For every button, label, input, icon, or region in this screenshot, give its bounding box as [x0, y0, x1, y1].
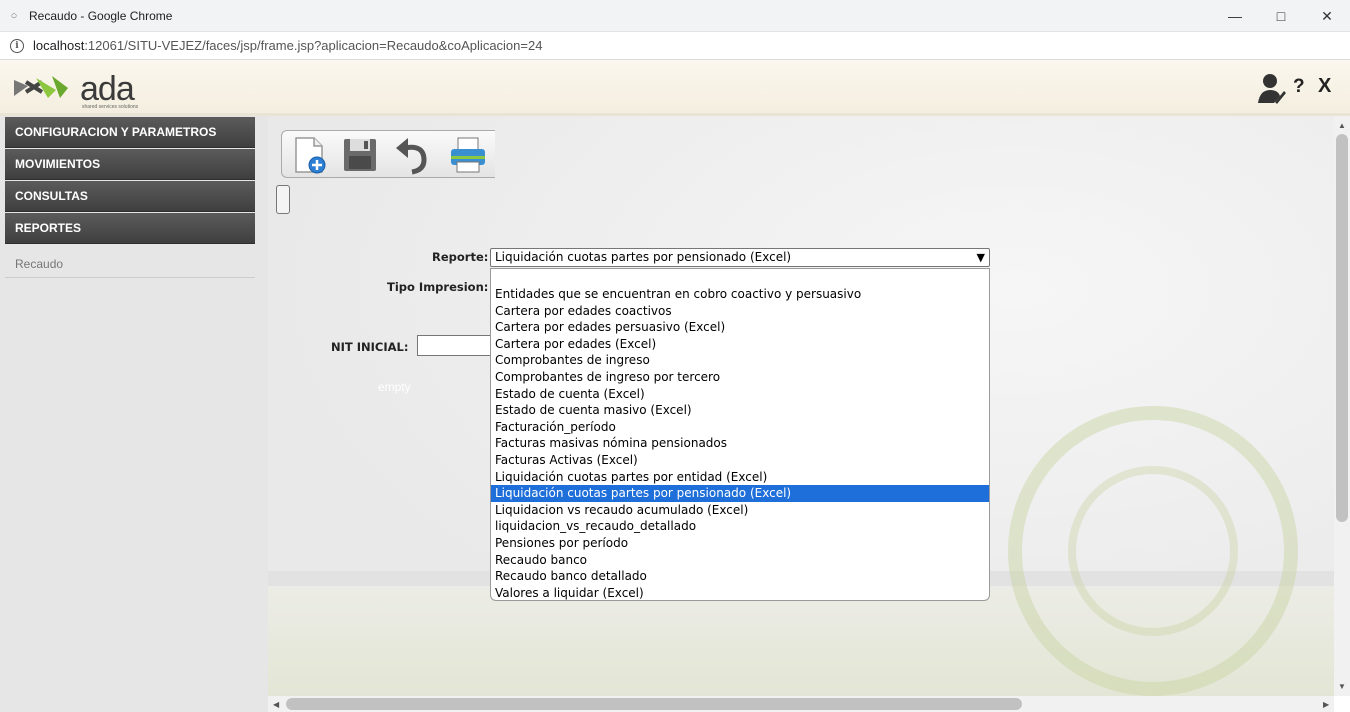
dropdown-option[interactable]: Pensiones por período — [491, 535, 989, 552]
nit-inicial-input[interactable] — [417, 335, 493, 356]
site-info-icon[interactable]: i — [10, 38, 24, 53]
url-path: :12061/SITU-VEJEZ/faces/jsp/frame.jsp?ap… — [84, 38, 543, 53]
dropdown-option[interactable]: Entidades que se encuentran en cobro coa… — [491, 286, 989, 303]
dropdown-option[interactable]: Recaudo banco — [491, 552, 989, 569]
chevron-down-icon: ▼ — [976, 251, 985, 264]
undo-icon[interactable] — [392, 134, 432, 176]
maximize-button[interactable]: □ — [1258, 0, 1304, 32]
logo-tagline: shared services solutions — [82, 104, 139, 110]
submenu-recaudo[interactable]: Recaudo — [5, 250, 255, 278]
dropdown-option[interactable]: Estado de cuenta masivo (Excel) — [491, 402, 989, 419]
scroll-up-icon[interactable]: ▲ — [1338, 121, 1346, 130]
scroll-right-icon[interactable]: ▶ — [1323, 700, 1329, 709]
dropdown-option[interactable]: Liquidación cuotas partes por pensionado… — [491, 485, 989, 502]
minimize-button[interactable]: — — [1212, 0, 1258, 32]
dropdown-option[interactable]: Liquidación cuotas partes por entidad (E… — [491, 469, 989, 486]
background-decoration-inner — [1068, 466, 1238, 636]
window-title: Recaudo - Google Chrome — [29, 8, 173, 23]
menu-reportes[interactable]: REPORTES — [5, 213, 255, 244]
chrome-app-icon: ○ — [10, 9, 18, 22]
print-icon[interactable] — [448, 134, 488, 176]
app-close-icon[interactable]: X — [1318, 75, 1331, 98]
reporte-select[interactable]: Liquidación cuotas partes por pensionado… — [490, 248, 990, 267]
dropdown-option[interactable]: Recaudo banco detallado — [491, 568, 989, 585]
vertical-scroll-thumb[interactable] — [1336, 134, 1348, 522]
dropdown-option[interactable]: Comprobantes de ingreso por tercero — [491, 369, 989, 386]
scroll-down-icon[interactable]: ▼ — [1338, 682, 1346, 691]
horizontal-scroll-thumb[interactable] — [286, 698, 1022, 710]
empty-text: empty — [378, 380, 411, 394]
save-icon[interactable] — [340, 134, 380, 176]
dropdown-option[interactable]: Comprobantes de ingreso — [491, 352, 989, 369]
nit-inicial-label: NIT INICIAL: — [331, 340, 409, 354]
ada-logo-mark-icon — [14, 76, 68, 98]
dropdown-option[interactable]: Facturación_período — [491, 419, 989, 436]
reporte-dropdown-list[interactable]: Entidades que se encuentran en cobro coa… — [490, 268, 990, 601]
dropdown-option[interactable]: Estado de cuenta (Excel) — [491, 386, 989, 403]
address-bar[interactable]: i localhost:12061/SITU-VEJEZ/faces/jsp/f… — [0, 32, 1350, 60]
ada-logo: ada shared services solutions — [12, 68, 142, 110]
menu-movimientos[interactable]: MOVIMIENTOS — [5, 149, 255, 180]
menu-configuracion[interactable]: CONFIGURACION Y PARAMETROS — [5, 117, 255, 148]
url-host: localhost — [33, 38, 85, 53]
panel-toggle[interactable] — [276, 185, 290, 214]
help-icon[interactable]: ? — [1293, 76, 1305, 98]
dropdown-option[interactable]: Valores a liquidar (Excel) — [491, 585, 989, 602]
browser-titlebar: ○ Recaudo - Google Chrome — [0, 0, 1350, 32]
scroll-left-icon[interactable]: ◀ — [273, 700, 279, 709]
toolbar — [281, 130, 495, 178]
window-close-button[interactable]: ✕ — [1304, 0, 1350, 32]
dropdown-option[interactable]: Facturas Activas (Excel) — [491, 452, 989, 469]
user-edit-icon[interactable] — [1258, 72, 1286, 104]
new-document-icon[interactable] — [290, 134, 330, 176]
reporte-select-value: Liquidación cuotas partes por pensionado… — [495, 250, 792, 264]
dropdown-option[interactable]: Liquidacion vs recaudo acumulado (Excel) — [491, 502, 989, 519]
tipo-impresion-label: Tipo Impresion: — [387, 280, 489, 294]
menu-consultas[interactable]: CONSULTAS — [5, 181, 255, 212]
dropdown-option[interactable]: Cartera por edades coactivos — [491, 303, 989, 320]
dropdown-option[interactable]: Facturas masivas nómina pensionados — [491, 435, 989, 452]
app-header: ada shared services solutions — [0, 60, 1350, 116]
url-text[interactable]: localhost:12061/SITU-VEJEZ/faces/jsp/fra… — [33, 38, 542, 53]
dropdown-option[interactable]: Cartera por edades persuasivo (Excel) — [491, 319, 989, 336]
dropdown-option[interactable]: Cartera por edades (Excel) — [491, 336, 989, 353]
dropdown-option[interactable]: liquidacion_vs_recaudo_detallado — [491, 518, 989, 535]
reporte-label: Reporte: — [432, 250, 489, 264]
